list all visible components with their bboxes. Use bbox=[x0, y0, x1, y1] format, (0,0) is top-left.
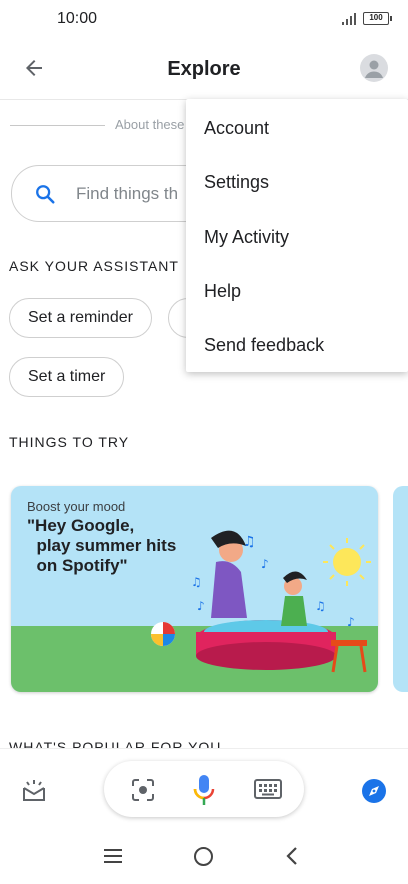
signal-icon bbox=[342, 13, 356, 25]
keyboard-icon[interactable] bbox=[254, 779, 282, 799]
next-card-peek[interactable] bbox=[393, 486, 408, 692]
svg-text:♪: ♪ bbox=[261, 557, 269, 571]
search-placeholder: Find things th bbox=[76, 184, 179, 203]
menu-item-account[interactable]: Account bbox=[186, 101, 408, 155]
svg-text:♪: ♪ bbox=[197, 599, 205, 613]
menu-item-send-feedback[interactable]: Send feedback bbox=[186, 318, 408, 372]
account-avatar[interactable] bbox=[360, 54, 388, 82]
ask-assistant-heading: ASK YOUR ASSISTANT bbox=[9, 258, 179, 274]
nav-back-icon[interactable] bbox=[285, 846, 299, 866]
card-quote: "Hey Google, play summer hits on Spotify… bbox=[27, 516, 177, 575]
lens-icon[interactable] bbox=[130, 777, 156, 803]
card-subtitle: Boost your mood bbox=[27, 499, 126, 514]
svg-text:♫: ♫ bbox=[315, 599, 326, 613]
account-circle-icon bbox=[365, 60, 383, 78]
system-nav-bar bbox=[0, 830, 408, 884]
menu-item-help[interactable]: Help bbox=[186, 264, 408, 318]
menu-item-settings[interactable]: Settings bbox=[186, 155, 408, 209]
battery-icon: 100 bbox=[363, 12, 392, 25]
page-title: Explore bbox=[167, 58, 241, 80]
svg-text:♫: ♫ bbox=[243, 534, 256, 550]
suggestion-card[interactable]: ♫ ♪ ♫ ♪ ♫ ♪ Boost your mood "Hey Google,… bbox=[11, 486, 378, 692]
compass-icon[interactable] bbox=[361, 778, 387, 804]
svg-text:♫: ♫ bbox=[191, 575, 202, 589]
home-icon[interactable] bbox=[194, 847, 213, 866]
status-time: 10:00 bbox=[57, 10, 98, 27]
status-bar: 10:00 100 bbox=[0, 0, 408, 38]
overflow-menu: Account Settings My Activity Help Send f… bbox=[186, 99, 408, 372]
search-icon bbox=[36, 185, 55, 204]
snapshot-icon[interactable] bbox=[20, 777, 48, 805]
recents-icon[interactable] bbox=[103, 848, 123, 864]
svg-text:♪: ♪ bbox=[347, 615, 355, 629]
assistant-input-pill bbox=[104, 761, 304, 817]
mic-icon[interactable] bbox=[192, 773, 216, 807]
chip-set-reminder[interactable]: Set a reminder bbox=[9, 298, 152, 338]
things-to-try-heading: THINGS TO TRY bbox=[9, 434, 130, 450]
divider-line bbox=[10, 125, 105, 126]
bottom-bar bbox=[0, 748, 408, 830]
app-bar: Explore bbox=[0, 38, 408, 100]
chip-set-timer[interactable]: Set a timer bbox=[9, 357, 125, 397]
about-text[interactable]: About these bbox=[115, 117, 184, 132]
menu-item-my-activity[interactable]: My Activity bbox=[186, 210, 408, 264]
